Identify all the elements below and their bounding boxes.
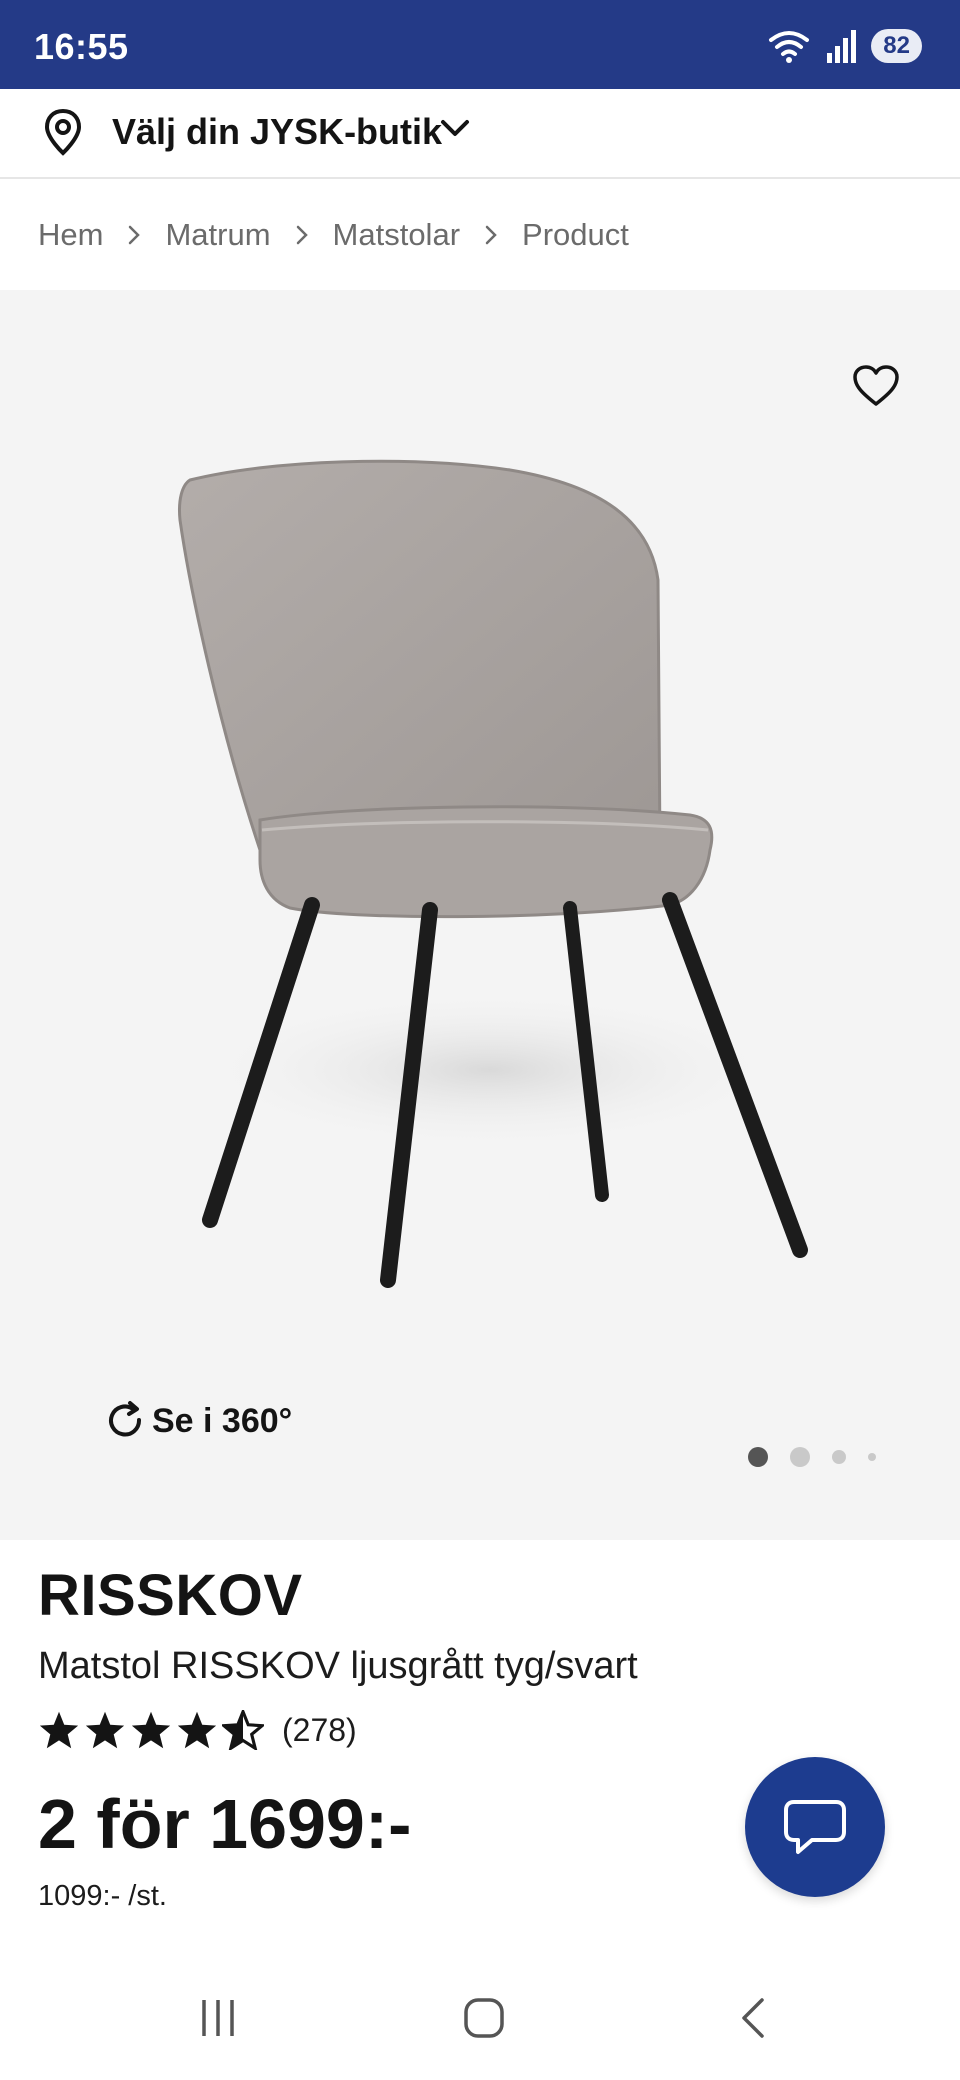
star-icon: [39, 1711, 79, 1749]
rotate-icon: [109, 1401, 142, 1437]
status-icons: 82: [767, 26, 922, 66]
breadcrumb: Hem Matrum Matstolar Product: [38, 215, 629, 255]
chat-bubble-icon: [784, 1800, 846, 1854]
breadcrumb-item-matrum[interactable]: Matrum: [165, 217, 270, 253]
battery-indicator: 82: [871, 29, 922, 63]
view-360-button[interactable]: Se i 360°: [104, 1400, 292, 1442]
star-icon: [85, 1711, 125, 1749]
breadcrumb-item-matstolar[interactable]: Matstolar: [333, 217, 460, 253]
store-selector-label: Välj din JYSK-butik: [112, 111, 443, 152]
store-selector[interactable]: Välj din JYSK-butik: [0, 89, 960, 179]
chevron-right-icon: [295, 224, 309, 246]
view-360-label: Se i 360°: [152, 1401, 293, 1440]
product-gallery[interactable]: Se i 360°: [0, 290, 960, 1540]
star-icon: [131, 1711, 171, 1749]
status-time: 16:55: [34, 26, 129, 67]
product-image-chair: [178, 459, 808, 1288]
breadcrumb-item-hem[interactable]: Hem: [38, 217, 103, 253]
gallery-dot[interactable]: [748, 1447, 768, 1467]
home-icon[interactable]: [462, 1996, 506, 2040]
gallery-pagination: [748, 1445, 898, 1469]
signal-icon: [827, 30, 857, 63]
product-price: 2 för 1699:-: [38, 1785, 412, 1863]
product-unit-price: 1099:- /st.: [38, 1880, 167, 1912]
gallery-dot[interactable]: [790, 1447, 810, 1467]
chevron-right-icon: [127, 224, 141, 246]
status-bar: 16:55 82: [0, 0, 960, 89]
gallery-dot[interactable]: [868, 1453, 876, 1461]
review-count: (278): [282, 1711, 357, 1748]
wifi-icon: [769, 31, 810, 63]
recent-apps-icon[interactable]: [196, 1996, 240, 2040]
product-brand: RISSKOV: [38, 1563, 303, 1628]
gallery-dot[interactable]: [832, 1450, 846, 1464]
chevron-down-icon: [441, 120, 469, 136]
location-pin-icon: [44, 108, 82, 156]
star-icon: [177, 1711, 217, 1749]
chat-button[interactable]: [745, 1757, 885, 1897]
system-nav-bar: [0, 1960, 960, 2080]
heart-icon[interactable]: [852, 364, 900, 408]
breadcrumb-item-product: Product: [522, 217, 629, 252]
product-rating[interactable]: (278): [38, 1710, 357, 1750]
back-icon[interactable]: [736, 1996, 772, 2040]
product-name: Matstol RISSKOV ljusgrått tyg/svart: [38, 1645, 638, 1687]
star-half-icon: [222, 1710, 264, 1750]
chevron-right-icon: [484, 224, 498, 246]
